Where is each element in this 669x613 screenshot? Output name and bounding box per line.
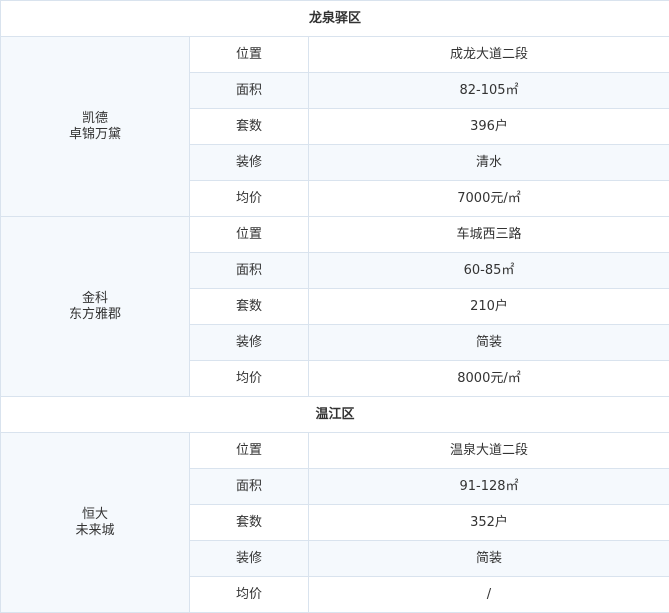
- project-brand: 恒大: [1, 507, 189, 523]
- attribute-label: 均价: [190, 361, 309, 397]
- attribute-label: 装修: [190, 325, 309, 361]
- attribute-value: 7000元/㎡: [309, 181, 669, 217]
- attribute-value: 车城西三路: [309, 217, 669, 253]
- attribute-label: 均价: [190, 577, 309, 613]
- attribute-label: 均价: [190, 181, 309, 217]
- table-row: 金科 东方雅郡 位置 车城西三路: [1, 217, 669, 253]
- project-brand: 金科: [1, 291, 189, 307]
- attribute-value: 温泉大道二段: [309, 433, 669, 469]
- attribute-label: 面积: [190, 253, 309, 289]
- project-title: 未来城: [1, 523, 189, 539]
- attribute-value: 简装: [309, 541, 669, 577]
- table-row: 恒大 未来城 位置 温泉大道二段: [1, 433, 669, 469]
- attribute-value: 91-128㎡: [309, 469, 669, 505]
- attribute-label: 面积: [190, 73, 309, 109]
- attribute-label: 套数: [190, 109, 309, 145]
- project-name-cell: 金科 东方雅郡: [1, 217, 190, 397]
- project-title: 卓锦万黛: [1, 127, 189, 143]
- attribute-label: 位置: [190, 433, 309, 469]
- housing-info-table: 龙泉驿区 凯德 卓锦万黛 位置 成龙大道二段 面积 82-105㎡ 套数 396…: [0, 0, 669, 613]
- table-row: 凯德 卓锦万黛 位置 成龙大道二段: [1, 37, 669, 73]
- attribute-value: 简装: [309, 325, 669, 361]
- attribute-value: /: [309, 577, 669, 613]
- attribute-label: 装修: [190, 541, 309, 577]
- project-brand: 凯德: [1, 111, 189, 127]
- attribute-value: 352户: [309, 505, 669, 541]
- district-title: 温江区: [1, 397, 669, 433]
- attribute-label: 位置: [190, 217, 309, 253]
- project-name-cell: 凯德 卓锦万黛: [1, 37, 190, 217]
- project-name-cell: 恒大 未来城: [1, 433, 190, 613]
- attribute-label: 套数: [190, 289, 309, 325]
- attribute-value: 清水: [309, 145, 669, 181]
- attribute-value: 82-105㎡: [309, 73, 669, 109]
- district-title: 龙泉驿区: [1, 1, 669, 37]
- attribute-value: 210户: [309, 289, 669, 325]
- attribute-label: 位置: [190, 37, 309, 73]
- attribute-value: 396户: [309, 109, 669, 145]
- district-header-row: 龙泉驿区: [1, 1, 669, 37]
- attribute-value: 8000元/㎡: [309, 361, 669, 397]
- attribute-value: 成龙大道二段: [309, 37, 669, 73]
- attribute-label: 装修: [190, 145, 309, 181]
- district-header-row: 温江区: [1, 397, 669, 433]
- project-title: 东方雅郡: [1, 307, 189, 323]
- attribute-value: 60-85㎡: [309, 253, 669, 289]
- attribute-label: 套数: [190, 505, 309, 541]
- attribute-label: 面积: [190, 469, 309, 505]
